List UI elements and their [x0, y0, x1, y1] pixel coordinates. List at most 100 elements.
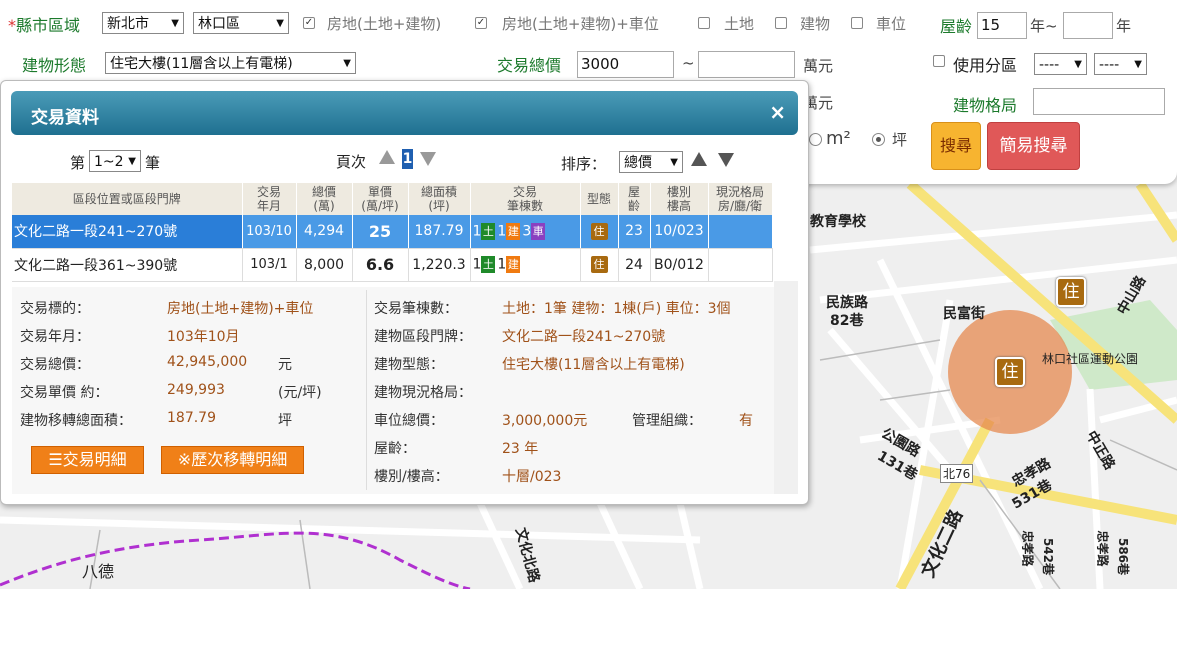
column-header[interactable]: 總面積 (坪)	[408, 183, 471, 215]
column-header[interactable]: 單價 (萬/坪)	[352, 183, 409, 215]
cell-age: 24	[618, 248, 651, 282]
checkbox-land[interactable]	[698, 17, 710, 29]
total-price-to-input[interactable]	[698, 51, 795, 78]
cell-layout	[708, 215, 773, 249]
record-range-select[interactable]: 1~2 ▼	[89, 150, 141, 172]
dialog-title: 交易資料	[31, 108, 99, 128]
detail-unitprice-unit: (元/坪)	[278, 385, 322, 401]
sort-ascending-icon[interactable]	[691, 152, 707, 166]
simple-search-button[interactable]: 簡易搜尋	[987, 122, 1080, 170]
detail-floor-label: 樓別/樓高：	[374, 469, 449, 485]
column-header[interactable]: 型態	[580, 183, 619, 215]
page-number[interactable]: 1	[402, 149, 413, 169]
column-header[interactable]: 交易 年月	[242, 183, 297, 215]
map-label: 民富街	[943, 306, 985, 322]
layout-label: 建物格局	[953, 96, 1018, 115]
checkbox-zoning[interactable]	[933, 55, 945, 67]
area-unit-m2: m²	[826, 128, 851, 149]
column-header[interactable]: 交易 筆棟數	[470, 183, 581, 215]
dropdown-arrow-icon: ▼	[1074, 59, 1082, 70]
checkbox-land-building[interactable]: ✓	[303, 17, 315, 29]
column-header[interactable]: 樓別 樓高	[650, 183, 709, 215]
search-button[interactable]: 搜尋	[931, 122, 981, 170]
detail-floor-value: 十層/023	[502, 469, 562, 485]
cell-count: 1土1建	[470, 248, 581, 282]
area-unit-ping: 坪	[892, 131, 908, 149]
detail-unitprice-value: 249,993	[167, 382, 225, 398]
city-select[interactable]: 新北市 ▼	[102, 12, 184, 34]
map-marker-icon[interactable]: 住	[995, 357, 1025, 387]
radio-m2[interactable]	[809, 133, 822, 146]
table-row[interactable]: 文化二路一段241~270號 103/10 4,294 25 187.79 1土…	[12, 215, 773, 249]
age-from-input[interactable]: 15	[977, 12, 1027, 39]
detail-scrollbar[interactable]	[774, 281, 798, 494]
detail-total-unit: 元	[278, 357, 292, 373]
record-range-suffix: 筆	[145, 154, 161, 172]
checkbox-building[interactable]	[775, 17, 787, 29]
dropdown-arrow-icon: ▼	[343, 58, 351, 69]
cell-count: 1土1建3車	[470, 215, 581, 249]
sort-descending-icon[interactable]	[718, 153, 734, 167]
age-to-input[interactable]	[1063, 12, 1113, 39]
detail-address-label: 建物區段門牌：	[374, 329, 472, 345]
detail-age-value: 23 年	[502, 441, 539, 457]
detail-total-label: 交易總價：	[20, 357, 90, 373]
district-select[interactable]: 林口區 ▼	[193, 12, 289, 34]
radio-ping[interactable]	[872, 133, 885, 146]
count-building: 1	[497, 223, 507, 240]
close-icon[interactable]: ×	[769, 100, 786, 124]
transaction-table: 區段位置或區段門牌 交易 年月 總價 (萬) 單價 (萬/坪) 總面積 (坪) …	[12, 183, 773, 282]
detail-date-value: 103年10月	[167, 329, 240, 345]
count-parking: 3	[522, 223, 532, 240]
checkbox-label: 建物	[800, 15, 831, 33]
building-tag-icon: 建	[506, 222, 521, 240]
page-prev-icon[interactable]	[379, 150, 395, 164]
district-select-value: 林口區	[198, 16, 240, 32]
column-header[interactable]: 總價 (萬)	[296, 183, 353, 215]
region-label-text: 縣市區域	[16, 16, 81, 35]
count-land: 1	[472, 223, 482, 240]
map-marker-icon[interactable]: 住	[1056, 277, 1086, 307]
column-header[interactable]: 區段位置或區段門牌	[12, 183, 243, 215]
table-row[interactable]: 文化二路一段361~390號 103/1 8,000 6.6 1,220.3 1…	[12, 248, 773, 282]
checkbox-label: 土地	[724, 15, 755, 33]
total-price-unit: 萬元	[803, 57, 834, 75]
cell-area: 187.79	[408, 215, 471, 249]
map-label: 586巷	[1116, 537, 1131, 576]
page-next-icon[interactable]	[420, 152, 436, 166]
cell-area: 1,220.3	[408, 248, 471, 282]
count-building: 1	[497, 256, 507, 273]
zoning-select-a[interactable]: ---- ▼	[1034, 53, 1087, 75]
column-header[interactable]: 現況格局 房/廳/衛	[708, 183, 773, 215]
dropdown-arrow-icon: ▼	[128, 156, 136, 167]
building-type-select[interactable]: 住宅大樓(11層含以上有電梯) ▼	[105, 52, 356, 74]
checkbox-land-building-parking[interactable]: ✓	[475, 17, 487, 29]
total-price-from-input[interactable]: 3000	[577, 51, 674, 78]
detail-address-value: 文化二路一段241~270號	[502, 329, 666, 345]
sort-select[interactable]: 總價 ▼	[619, 151, 683, 173]
cell-floor: B0/012	[650, 248, 709, 282]
detail-target-label: 交易標的：	[20, 301, 90, 317]
dropdown-arrow-icon: ▼	[670, 157, 678, 168]
cell-unit-price: 6.6	[352, 248, 409, 282]
zoning-select-b[interactable]: ---- ▼	[1094, 53, 1147, 75]
record-range-prefix: 第	[70, 154, 86, 172]
sort-value: 總價	[624, 155, 652, 171]
map-label: 八德	[82, 562, 115, 581]
cell-layout	[708, 248, 773, 282]
sort-label: 排序：	[561, 155, 607, 173]
layout-input[interactable]	[1033, 88, 1165, 115]
age-label: 屋齡	[940, 17, 973, 36]
column-header[interactable]: 屋 齡	[618, 183, 651, 215]
detail-count-label: 交易筆棟數：	[374, 301, 458, 317]
checkbox-parking[interactable]	[851, 17, 863, 29]
transfer-history-button[interactable]: ※歷次移轉明細	[161, 446, 304, 474]
dialog-header: 交易資料 ×	[11, 91, 798, 135]
list-icon: ☰	[48, 450, 63, 469]
transaction-detail-button[interactable]: ☰交易明細	[31, 446, 144, 474]
land-tag-icon: 土	[481, 222, 496, 240]
detail-parking-value: 3,000,000元	[502, 413, 588, 429]
building-type-value: 住宅大樓(11層含以上有電梯)	[110, 56, 293, 72]
detail-area-value: 187.79	[167, 410, 216, 426]
cell-unit-price: 25	[352, 215, 409, 249]
